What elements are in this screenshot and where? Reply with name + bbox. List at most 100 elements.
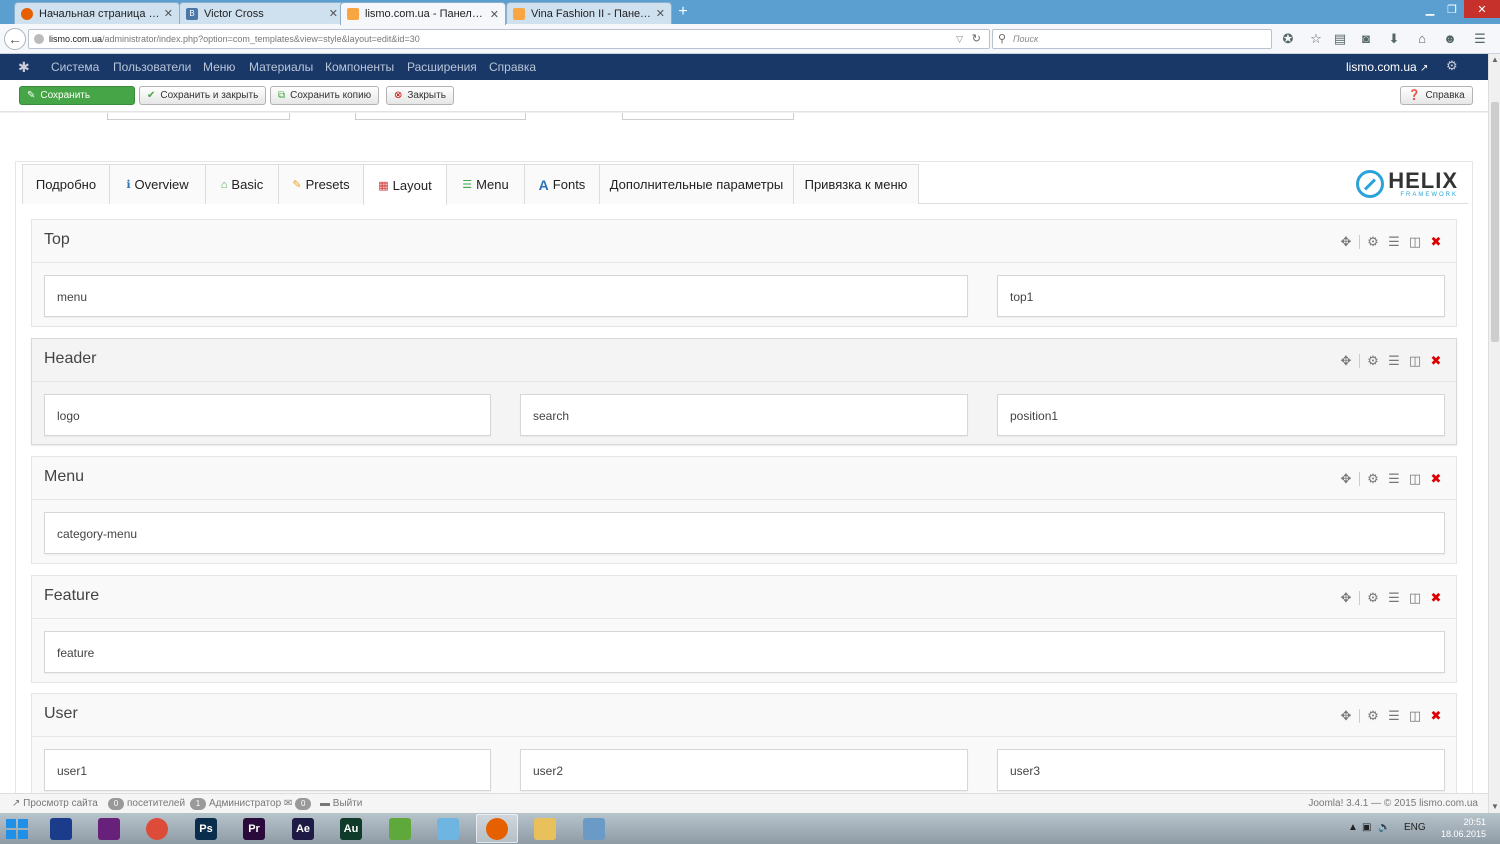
menu-item-users[interactable]: Пользователи (113, 60, 191, 74)
taskbar-app-paint[interactable] (573, 814, 615, 843)
module-position[interactable]: logo (44, 394, 491, 436)
columns-icon[interactable]: ◫ (1407, 471, 1423, 487)
module-position[interactable]: user3 (997, 749, 1445, 791)
taskbar-app-audition[interactable]: Au (330, 814, 372, 843)
move-icon[interactable]: ✥ (1338, 353, 1354, 369)
settings-gear-icon[interactable]: ⚙ (1365, 353, 1381, 369)
menu-item-help[interactable]: Справка (489, 60, 536, 74)
settings-gear-icon[interactable]: ⚙ (1365, 234, 1381, 250)
network-icon[interactable]: ▣ (1362, 822, 1371, 833)
tab-menu[interactable]: ☰ Menu (446, 164, 525, 204)
addon-icon[interactable]: ✪ (1280, 31, 1296, 47)
messages-status[interactable]: ✉ 0 (284, 798, 314, 810)
settings-gear-icon[interactable]: ⚙ (1365, 590, 1381, 606)
taskbar-app-photoshop[interactable]: Ps (185, 814, 227, 843)
close-icon[interactable]: ✕ (164, 7, 173, 20)
menu-item-menus[interactable]: Меню (203, 60, 235, 74)
joomla-logo-icon[interactable]: ✱ (18, 59, 34, 75)
chat-icon[interactable]: ☻ (1442, 31, 1458, 47)
menu-icon[interactable]: ☰ (1472, 31, 1488, 47)
row-list-icon[interactable]: ☰ (1386, 471, 1402, 487)
browser-tab-active[interactable]: lismo.com.ua - Панель уп... ✕ (340, 2, 506, 25)
taskbar-app-firefox[interactable] (476, 814, 518, 843)
reload-icon[interactable]: ↻ (972, 30, 981, 48)
close-icon[interactable]: ✕ (329, 7, 338, 20)
taskbar-app-after-effects[interactable]: Ae (282, 814, 324, 843)
reading-list-icon[interactable]: ▤ (1332, 31, 1348, 47)
delete-icon[interactable]: ✖ (1428, 353, 1444, 369)
module-position[interactable]: menu (44, 275, 968, 317)
menu-item-components[interactable]: Компоненты (325, 60, 394, 74)
tab-details[interactable]: Подробно (22, 164, 110, 204)
browser-tab[interactable]: Начальная страница Mozi... ✕ (14, 2, 180, 24)
menu-item-system[interactable]: Система (51, 60, 99, 74)
system-clock[interactable]: 20:51 18.06.2015 (1441, 816, 1486, 840)
move-icon[interactable]: ✥ (1338, 590, 1354, 606)
taskbar-app-notepad[interactable] (427, 814, 469, 843)
move-icon[interactable]: ✥ (1338, 234, 1354, 250)
tab-advanced[interactable]: Дополнительные параметры (599, 164, 794, 204)
columns-icon[interactable]: ◫ (1407, 590, 1423, 606)
row-list-icon[interactable]: ☰ (1386, 234, 1402, 250)
module-position[interactable]: search (520, 394, 968, 436)
tab-fonts[interactable]: A Fonts (524, 164, 600, 204)
volume-icon[interactable]: 🔈 (1378, 822, 1390, 833)
logout-link[interactable]: ▬ Выйти (320, 798, 362, 809)
back-icon[interactable]: ← (4, 28, 26, 50)
delete-icon[interactable]: ✖ (1428, 708, 1444, 724)
columns-icon[interactable]: ◫ (1407, 353, 1423, 369)
menu-item-extensions[interactable]: Расширения (407, 60, 477, 74)
module-position[interactable]: user2 (520, 749, 968, 791)
move-icon[interactable]: ✥ (1338, 471, 1354, 487)
windows-start-icon[interactable] (6, 819, 28, 839)
tab-layout[interactable]: ▦ Layout (363, 164, 447, 205)
close-button[interactable]: ⊗ Закрыть (386, 86, 454, 105)
vertical-scrollbar[interactable]: ▲ ▼ (1488, 54, 1500, 813)
settings-gear-icon[interactable]: ⚙ (1365, 471, 1381, 487)
tab-presets[interactable]: ✎ Presets (278, 164, 364, 204)
dropdown-icon[interactable]: ▽ (956, 30, 963, 48)
search-input[interactable]: ⚲ Поиск (992, 29, 1272, 49)
browser-tab[interactable]: Vina Fashion II - Панель у... ✕ (506, 2, 672, 24)
address-bar[interactable]: lismo.com.ua/administrator/index.php?opt… (28, 29, 990, 49)
row-list-icon[interactable]: ☰ (1386, 353, 1402, 369)
tab-menu-assignment[interactable]: Привязка к меню (793, 164, 919, 204)
save-button[interactable]: ✎ Сохранить (19, 86, 135, 105)
module-position[interactable]: position1 (997, 394, 1445, 436)
new-tab-icon[interactable]: + (675, 4, 691, 20)
tab-basic[interactable]: ⌂ Basic (205, 164, 279, 204)
close-icon[interactable]: ✕ (490, 8, 499, 21)
browser-tab[interactable]: B Victor Cross ✕ (179, 2, 345, 24)
save-copy-button[interactable]: ⧉ Сохранить копию (270, 86, 380, 105)
language-indicator[interactable]: ENG (1404, 822, 1426, 833)
taskbar-app-explorer[interactable] (524, 814, 566, 843)
scroll-up-icon[interactable]: ▲ (1489, 54, 1500, 66)
delete-icon[interactable]: ✖ (1428, 234, 1444, 250)
settings-gear-icon[interactable]: ⚙ (1365, 708, 1381, 724)
taskbar-app-save[interactable] (40, 814, 82, 843)
columns-icon[interactable]: ◫ (1407, 708, 1423, 724)
row-list-icon[interactable]: ☰ (1386, 708, 1402, 724)
taskbar-app-chrome[interactable] (136, 814, 178, 843)
help-button[interactable]: ❓ Справка (1400, 86, 1473, 105)
close-icon[interactable]: ✕ (656, 7, 665, 20)
row-list-icon[interactable]: ☰ (1386, 590, 1402, 606)
module-position[interactable]: feature (44, 631, 1445, 673)
tab-overview[interactable]: ℹ Overview (109, 164, 206, 204)
gear-icon[interactable]: ⚙ (1446, 58, 1458, 74)
tray-arrow-icon[interactable]: ▲ (1348, 822, 1358, 833)
scroll-down-icon[interactable]: ▼ (1489, 801, 1500, 813)
move-icon[interactable]: ✥ (1338, 708, 1354, 724)
pocket-icon[interactable]: ◙ (1358, 31, 1374, 47)
delete-icon[interactable]: ✖ (1428, 590, 1444, 606)
module-position[interactable]: user1 (44, 749, 491, 791)
module-position[interactable]: top1 (997, 275, 1445, 317)
menu-item-content[interactable]: Материалы (249, 60, 313, 74)
view-site-link[interactable]: ↗ Просмотр сайта (12, 798, 98, 809)
scroll-thumb[interactable] (1491, 102, 1499, 342)
save-close-button[interactable]: ✔ Сохранить и закрыть (139, 86, 267, 105)
taskbar-app-visual-studio[interactable] (88, 814, 130, 843)
delete-icon[interactable]: ✖ (1428, 471, 1444, 487)
restore-icon[interactable]: ❐ (1442, 0, 1462, 18)
download-icon[interactable]: ⬇ (1386, 31, 1402, 47)
